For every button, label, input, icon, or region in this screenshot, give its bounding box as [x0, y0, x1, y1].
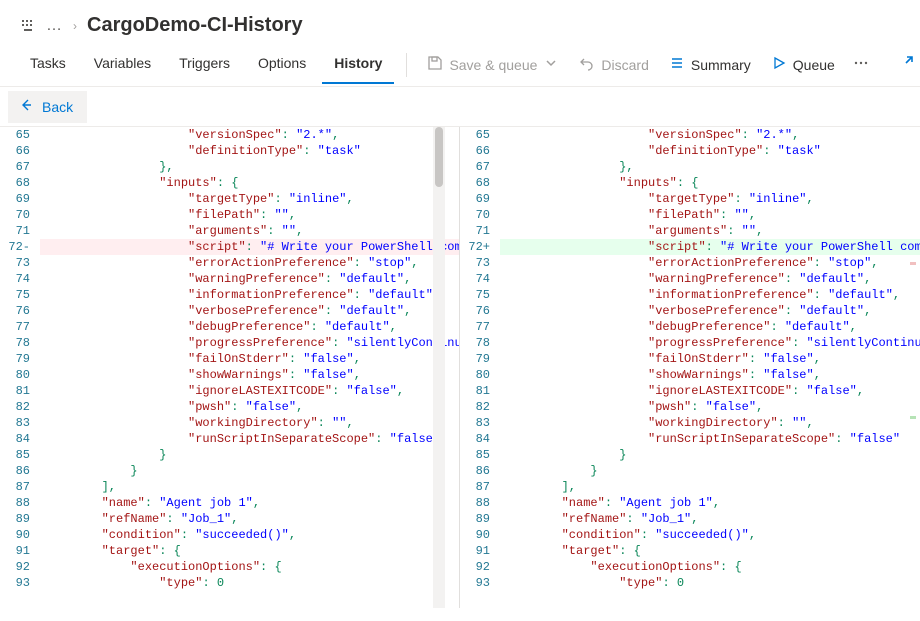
more-actions-button[interactable]: [847, 49, 875, 80]
undo-icon: [579, 55, 595, 74]
diff-pane-right[interactable]: 6566676869707172+73747576777879808182838…: [460, 127, 920, 608]
diff-pane-left[interactable]: 6566676869707172-73747576777879808182838…: [0, 127, 460, 608]
discard-label: Discard: [601, 57, 648, 73]
discard-button[interactable]: Discard: [571, 49, 656, 80]
tab-variables[interactable]: Variables: [82, 45, 163, 84]
page-title: CargoDemo-CI-History: [87, 14, 303, 37]
tab-options[interactable]: Options: [246, 45, 318, 84]
code-right[interactable]: "versionSpec": "2.*", "definitionType": …: [500, 127, 920, 591]
tab-triggers[interactable]: Triggers: [167, 45, 242, 84]
list-icon: [669, 55, 685, 74]
code-left[interactable]: "versionSpec": "2.*", "definitionType": …: [40, 127, 459, 591]
diff-viewer: 6566676869707172-73747576777879808182838…: [0, 127, 920, 608]
gutter-right: 6566676869707172+73747576777879808182838…: [460, 127, 500, 591]
pipeline-icon[interactable]: [20, 18, 36, 34]
minimap-right[interactable]: [906, 127, 920, 608]
separator: [406, 53, 407, 77]
summary-button[interactable]: Summary: [661, 49, 759, 80]
back-label: Back: [42, 99, 73, 115]
tab-bar: Tasks Variables Triggers Options History…: [0, 43, 920, 87]
save-icon: [427, 55, 443, 74]
tab-history[interactable]: History: [322, 45, 394, 84]
scrollbar-left[interactable]: [433, 127, 445, 608]
save-and-queue-label: Save & queue: [449, 57, 537, 73]
tab-tasks[interactable]: Tasks: [18, 45, 78, 84]
chevron-down-icon: [543, 55, 559, 74]
queue-label: Queue: [793, 57, 835, 73]
breadcrumb-overflow[interactable]: …: [46, 18, 63, 34]
save-and-queue-button[interactable]: Save & queue: [419, 49, 567, 80]
back-button[interactable]: Back: [8, 91, 87, 123]
chevron-right-icon: ›: [73, 19, 77, 33]
play-icon: [771, 55, 787, 74]
gutter-left: 6566676869707172-73747576777879808182838…: [0, 127, 40, 591]
queue-button[interactable]: Queue: [763, 49, 843, 80]
fullscreen-button[interactable]: [886, 49, 920, 80]
summary-label: Summary: [691, 57, 751, 73]
arrow-left-icon: [18, 97, 34, 116]
